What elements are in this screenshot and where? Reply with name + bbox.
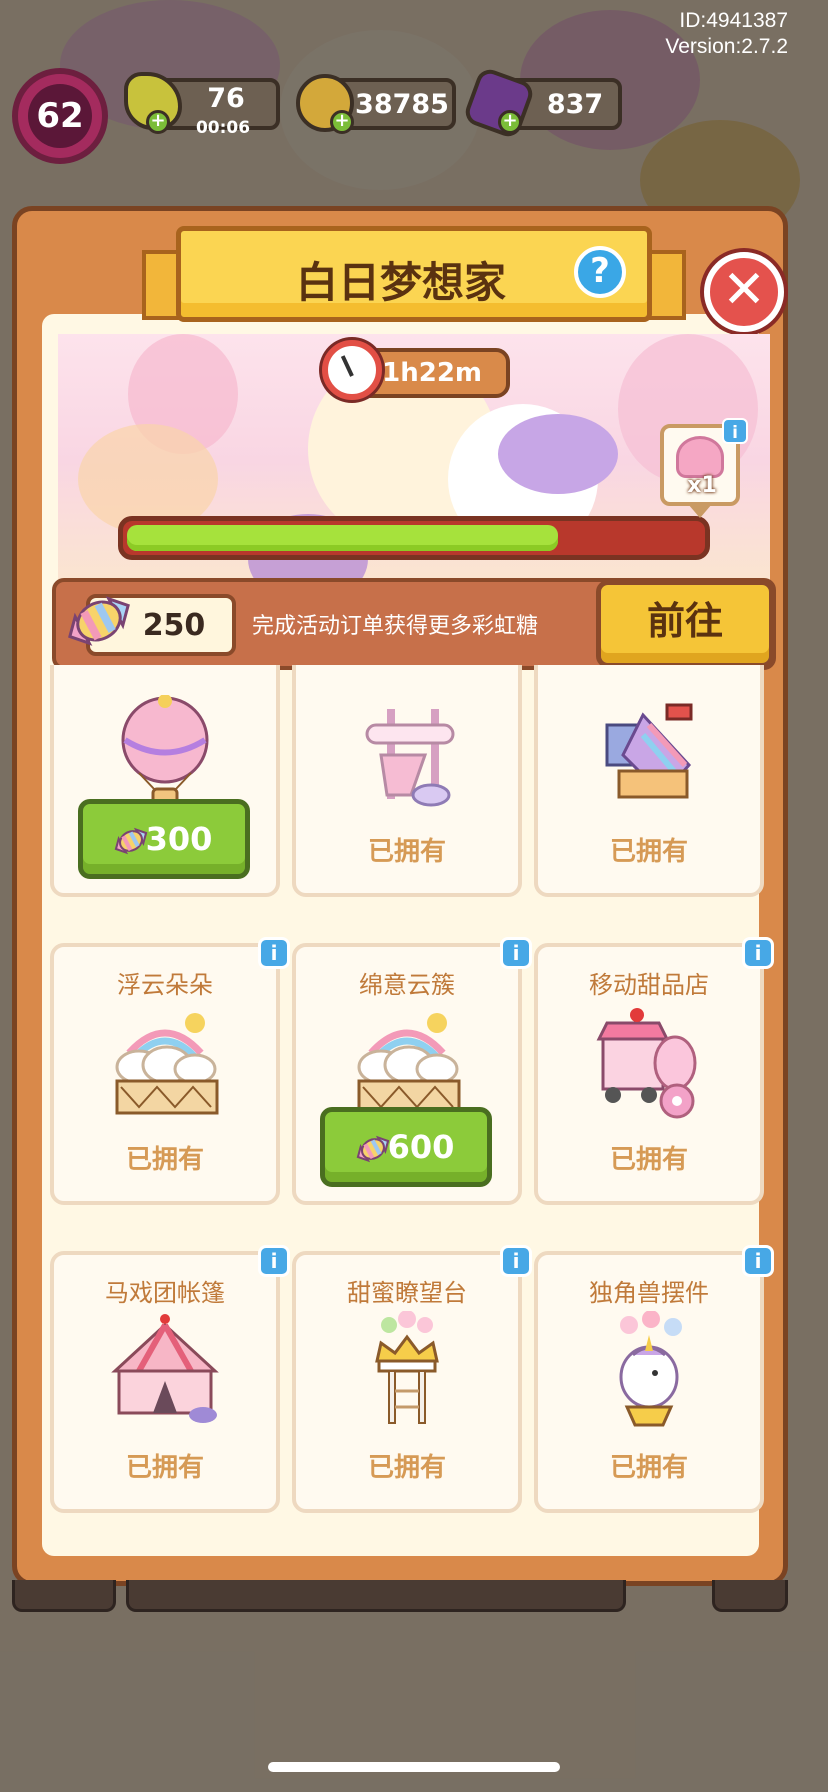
buy-button[interactable]: 300 (78, 799, 250, 879)
player-id: ID:4941387 (679, 9, 788, 32)
item-card[interactable]: 浮云朵朵已拥有 i (50, 937, 290, 1205)
item-name: 甜蜜瞭望台 (347, 1279, 467, 1307)
balloon-icon (109, 694, 221, 815)
item-name: 移动甜品店 (589, 971, 709, 999)
event-progress-bar (118, 516, 710, 560)
item-name: 独角兽摆件 (589, 1279, 709, 1307)
buy-button[interactable]: 600 (320, 1107, 492, 1187)
event-title: 白日梦想家 (295, 258, 506, 307)
info-icon[interactable]: i (258, 1245, 290, 1277)
dessert-cart-icon (593, 1003, 705, 1123)
item-name: 马戏团帐篷 (105, 1279, 225, 1307)
clock-icon (322, 340, 382, 400)
item-card[interactable]: 已拥有 (534, 665, 764, 897)
panel-bottom-edge (12, 1580, 788, 1612)
close-button[interactable]: ✕ (704, 252, 784, 332)
help-icon[interactable]: ? (574, 246, 626, 298)
add-coins-icon[interactable]: + (330, 110, 354, 134)
reward-info-icon[interactable]: i (722, 418, 748, 444)
item-card[interactable]: 绵意云簇 600 i (292, 937, 532, 1205)
item-price: 300 (145, 820, 213, 858)
gem-value: 837 (546, 88, 604, 120)
info-icon[interactable]: i (742, 1245, 774, 1277)
info-icon[interactable]: i (500, 1245, 532, 1277)
reward-pointer (688, 504, 712, 518)
info-icon[interactable]: i (500, 937, 532, 969)
item-grid: 300 已拥有 已拥有 浮云朵朵 已拥有 i 绵意云簇 600 i 移动甜品店 已拥有 i 马戏团帐篷已… (50, 665, 780, 1525)
coin-value: 38785 (355, 88, 449, 120)
version-text: Version:2.7.2 (665, 35, 788, 58)
level-badge[interactable]: 62 (12, 68, 108, 164)
item-card[interactable]: 独角兽摆件已拥有 i (534, 1245, 774, 1513)
tower-icon (351, 1310, 463, 1431)
owned-label: 已拥有 (367, 1453, 446, 1483)
candy-count: 250 (142, 607, 206, 643)
version-info: ID:4941387 Version:2.7.2 (665, 8, 788, 60)
item-card[interactable]: 300 (50, 665, 280, 897)
item-card[interactable]: 马戏团帐篷已拥有 i (50, 1245, 290, 1513)
rainbow-machine-icon (593, 695, 705, 815)
item-price: 600 (387, 1128, 455, 1166)
event-timer-text: 1h22m (382, 358, 482, 388)
cotton-icon (351, 695, 463, 815)
owned-label: 已拥有 (609, 1145, 688, 1175)
info-icon[interactable]: i (258, 937, 290, 969)
ferris-wheel-icon (676, 436, 724, 478)
owned-label: 已拥有 (609, 837, 688, 867)
home-indicator[interactable] (268, 1762, 560, 1772)
item-card[interactable]: 移动甜品店已拥有 i (534, 937, 774, 1205)
cloud-fence-icon (109, 1003, 221, 1123)
info-icon[interactable]: i (742, 937, 774, 969)
candy-description: 完成活动订单获得更多彩虹糖 (252, 614, 539, 639)
cloud-fence-icon (351, 1003, 463, 1123)
item-card[interactable]: 甜蜜瞭望台已拥有 i (292, 1245, 532, 1513)
item-name: 浮云朵朵 (117, 971, 213, 999)
owned-label: 已拥有 (367, 837, 446, 867)
unicorn-icon (593, 1310, 705, 1431)
energy-value: 76 (207, 82, 245, 114)
owned-label: 已拥有 (125, 1145, 204, 1175)
item-name: 绵意云簇 (359, 971, 455, 999)
owned-label: 已拥有 (125, 1453, 204, 1483)
item-card[interactable]: 已拥有 (292, 665, 522, 897)
energy-timer: 00:06 (195, 118, 251, 138)
reward-count: x1 (687, 473, 717, 498)
level-number: 62 (28, 84, 92, 148)
owned-label: 已拥有 (609, 1453, 688, 1483)
add-gems-icon[interactable]: + (498, 110, 522, 134)
event-progress-fill (127, 525, 558, 551)
go-button[interactable]: 前往 (596, 580, 774, 668)
add-energy-icon[interactable]: + (146, 110, 170, 134)
tent-icon (109, 1311, 221, 1431)
